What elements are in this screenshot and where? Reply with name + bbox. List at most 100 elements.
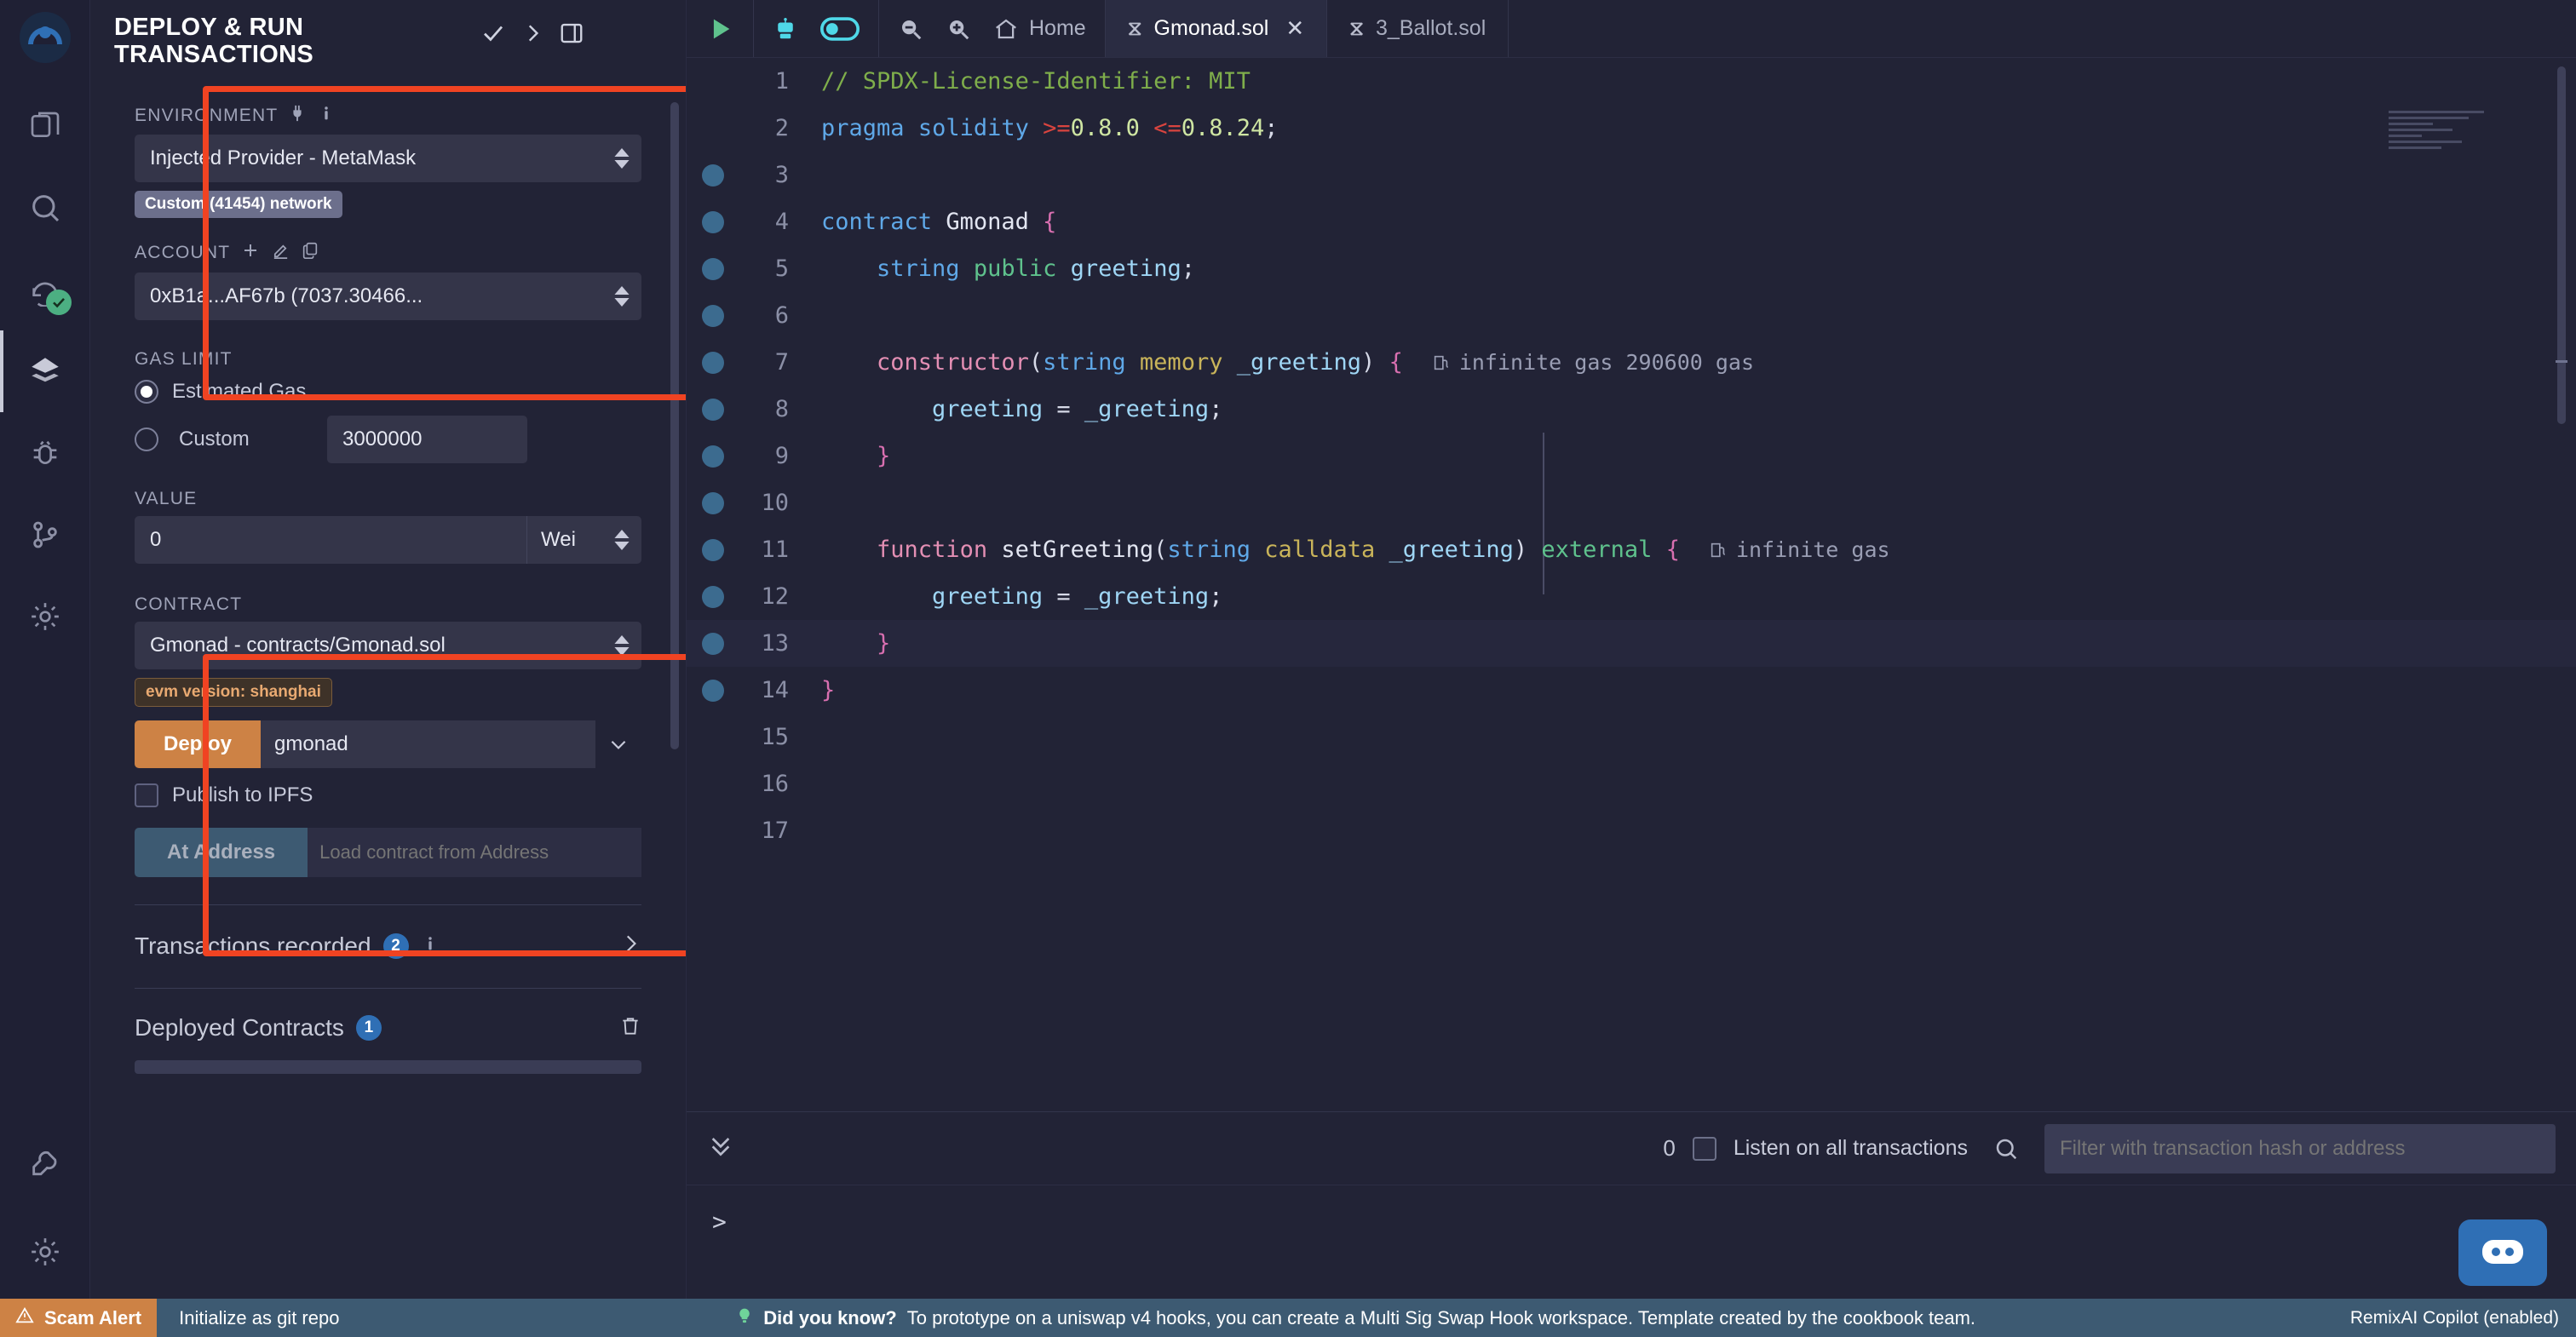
zoom-out-icon[interactable]	[898, 16, 923, 42]
tab-gmonad-sol[interactable]: ⧖ Gmonad.sol ✕	[1106, 0, 1327, 57]
breakpoint-dot-icon[interactable]	[702, 305, 724, 327]
publish-ipfs-row[interactable]: Publish to IPFS	[135, 783, 660, 807]
environment-select[interactable]: Injected Provider - MetaMask	[135, 135, 641, 182]
home-button[interactable]: Home	[993, 16, 1086, 42]
breakpoint-dot-icon[interactable]	[702, 71, 724, 93]
code-line[interactable]: 13 }	[687, 620, 2576, 667]
layout-panel-icon[interactable]	[559, 20, 584, 46]
info-icon[interactable]	[421, 934, 440, 957]
code-line[interactable]: 5 string public greeting;	[687, 245, 2576, 292]
code-line[interactable]: 17	[687, 807, 2576, 854]
chevron-right-icon[interactable]	[619, 931, 641, 961]
breakpoint-dot-icon[interactable]	[702, 820, 724, 842]
sidebar-item-file-explorer[interactable]	[0, 85, 90, 167]
account-select[interactable]: 0xB1a...AF67b (7037.30466...	[135, 273, 641, 320]
breakpoint-dot-icon[interactable]	[702, 352, 724, 374]
sidebar-item-deploy-run[interactable]	[0, 330, 90, 412]
breakpoint-dot-icon[interactable]	[702, 399, 724, 421]
breakpoint-dot-icon[interactable]	[702, 118, 724, 140]
git-init-button[interactable]: Initialize as git repo	[157, 1307, 361, 1329]
publish-ipfs-checkbox[interactable]	[135, 783, 158, 807]
editor-column: Home ⧖ Gmonad.sol ✕ ⧖ 3_Ballot.sol	[687, 0, 2576, 1299]
toggle-on-icon[interactable]	[820, 16, 860, 42]
breakpoint-dot-icon[interactable]	[702, 164, 724, 186]
at-address-input[interactable]	[308, 828, 641, 877]
search-icon[interactable]	[1993, 1136, 2019, 1162]
at-address-button[interactable]: At Address	[135, 828, 308, 877]
info-icon[interactable]	[317, 104, 336, 128]
code-line[interactable]: 4contract Gmonad {	[687, 198, 2576, 245]
code-editor[interactable]: 1// SPDX-License-Identifier: MIT2pragma …	[687, 58, 2576, 1111]
code-line[interactable]: 10	[687, 479, 2576, 526]
sidebar-item-plugin-tools[interactable]	[0, 1123, 90, 1205]
copilot-robot-icon[interactable]	[2458, 1219, 2547, 1286]
code-line[interactable]: 3	[687, 152, 2576, 198]
gas-estimated-row[interactable]: Estimated Gas	[135, 380, 660, 404]
chevrons-down-icon[interactable]	[707, 1132, 734, 1166]
chevron-right-icon[interactable]	[521, 20, 543, 46]
terminal-body[interactable]: >	[687, 1185, 2576, 1296]
contract-select-wrap: Gmonad - contracts/Gmonad.sol	[135, 622, 641, 669]
code-line[interactable]: 8 greeting = _greeting;	[687, 386, 2576, 433]
check-icon[interactable]	[480, 20, 506, 46]
code-line[interactable]: 15	[687, 714, 2576, 760]
at-address-row: At Address	[135, 828, 641, 877]
code-line[interactable]: 16	[687, 760, 2576, 807]
code-line-list: 1// SPDX-License-Identifier: MIT2pragma …	[687, 58, 2576, 854]
sidebar-item-search[interactable]	[0, 167, 90, 249]
sidebar-item-settings[interactable]	[0, 1205, 90, 1299]
deploy-constructor-arg-input[interactable]	[261, 720, 595, 768]
publish-ipfs-label: Publish to IPFS	[172, 783, 313, 807]
radio-estimated-gas[interactable]	[135, 380, 158, 404]
contract-select[interactable]: Gmonad - contracts/Gmonad.sol	[135, 622, 641, 669]
breakpoint-dot-icon[interactable]	[702, 445, 724, 468]
breakpoint-dot-icon[interactable]	[702, 773, 724, 795]
zoom-in-icon[interactable]	[946, 16, 971, 42]
breakpoint-dot-icon[interactable]	[702, 258, 724, 280]
sidebar-item-solidity-compiler[interactable]	[0, 249, 90, 330]
edit-icon[interactable]	[271, 241, 290, 266]
transactions-recorded-section[interactable]: Transactions recorded 2	[135, 931, 641, 961]
panel-scrollbar[interactable]	[670, 102, 679, 749]
breakpoint-dot-icon[interactable]	[702, 680, 724, 702]
code-line[interactable]: 11 function setGreeting(string calldata …	[687, 526, 2576, 573]
tab-3-ballot-sol[interactable]: ⧖ 3_Ballot.sol	[1327, 0, 1509, 57]
copy-icon[interactable]	[301, 241, 319, 265]
code-line[interactable]: 7 constructor(string memory _greeting) {…	[687, 339, 2576, 386]
plus-icon[interactable]	[240, 240, 261, 266]
code-line[interactable]: 1// SPDX-License-Identifier: MIT	[687, 58, 2576, 105]
custom-gas-input[interactable]	[327, 416, 527, 463]
code-line[interactable]: 12 greeting = _greeting;	[687, 573, 2576, 620]
listen-all-transactions-checkbox[interactable]	[1693, 1137, 1716, 1161]
value-unit-select[interactable]: Wei	[526, 516, 641, 564]
sidebar-item-plugin-manager[interactable]	[0, 576, 90, 657]
radio-custom-gas-label: Custom	[179, 427, 307, 451]
breakpoint-dot-icon[interactable]	[702, 492, 724, 514]
breakpoint-dot-icon[interactable]	[702, 539, 724, 561]
close-icon[interactable]: ✕	[1285, 15, 1304, 42]
robot-icon[interactable]	[773, 16, 798, 42]
breakpoint-dot-icon[interactable]	[702, 633, 724, 655]
breakpoint-dot-icon[interactable]	[702, 211, 724, 233]
breakpoint-dot-icon[interactable]	[702, 586, 724, 608]
trash-icon[interactable]	[619, 1015, 641, 1041]
code-line[interactable]: 6	[687, 292, 2576, 339]
environment-select-wrap: Injected Provider - MetaMask	[135, 135, 641, 182]
sidebar-item-git[interactable]	[0, 494, 90, 576]
did-you-know-text: To prototype on a uniswap v4 hooks, you …	[907, 1307, 1975, 1329]
transaction-filter-input[interactable]	[2044, 1124, 2556, 1173]
code-line[interactable]: 2pragma solidity >=0.8.0 <=0.8.24;	[687, 105, 2576, 152]
code-line[interactable]: 14}	[687, 667, 2576, 714]
chevron-down-icon[interactable]	[595, 720, 641, 768]
deploy-button[interactable]: Deploy	[135, 720, 261, 768]
code-line[interactable]: 9 }	[687, 433, 2576, 479]
plug-icon[interactable]	[288, 104, 307, 128]
deployed-contracts-section[interactable]: Deployed Contracts 1	[135, 1014, 641, 1041]
tab-label: Gmonad.sol	[1154, 16, 1269, 41]
scam-alert-button[interactable]: Scam Alert	[0, 1299, 157, 1337]
breakpoint-dot-icon[interactable]	[702, 726, 724, 749]
value-amount-input[interactable]	[135, 516, 526, 564]
sidebar-item-debugger[interactable]	[0, 412, 90, 494]
radio-custom-gas[interactable]	[135, 427, 158, 451]
play-icon[interactable]	[705, 14, 734, 43]
